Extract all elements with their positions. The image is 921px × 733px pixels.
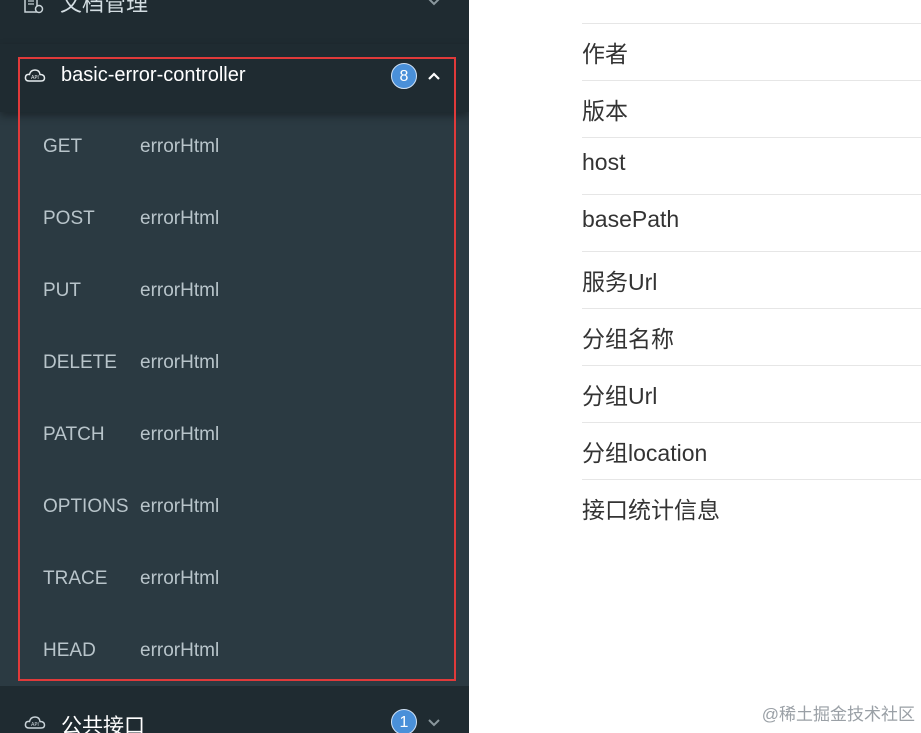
- operation-name: errorHtml: [140, 496, 220, 517]
- count-badge: 1: [391, 709, 417, 733]
- operation-name: errorHtml: [140, 352, 220, 373]
- row-label: 分组location: [582, 440, 708, 466]
- table-row: 接口统计信息: [582, 479, 921, 536]
- row-label: 接口统计信息: [582, 497, 720, 523]
- row-label: 服务Url: [582, 269, 658, 295]
- group-header-basic-error-controller[interactable]: API basic-error-controller 8: [0, 44, 469, 112]
- row-label: 作者: [582, 41, 628, 67]
- http-method: DELETE: [43, 352, 117, 373]
- operation-name: errorHtml: [140, 568, 220, 589]
- row-label: 分组Url: [582, 383, 658, 409]
- operation-item-get[interactable]: GET errorHtml: [0, 112, 469, 184]
- row-label: host: [582, 149, 626, 175]
- group-header-public-api[interactable]: API 公共接口 1: [0, 686, 469, 733]
- chevron-down-icon[interactable]: [426, 0, 442, 10]
- row-label: 分组名称: [582, 326, 674, 352]
- http-method: PATCH: [43, 424, 105, 445]
- row-label: 版本: [582, 98, 628, 124]
- table-row: host: [582, 137, 921, 194]
- operation-name: errorHtml: [140, 424, 220, 445]
- main-content: 作者 版本 host basePath 服务Url 分组名称 分组Url 分组l…: [469, 0, 921, 733]
- table-row: 分组location: [582, 422, 921, 479]
- http-method: GET: [43, 136, 83, 157]
- operation-item-patch[interactable]: PATCH errorHtml: [0, 400, 469, 472]
- sidebar: 文档管理 API basic-error-controller 8 GET er…: [0, 0, 469, 733]
- operation-item-options[interactable]: OPTIONS errorHtml: [0, 472, 469, 544]
- http-method: HEAD: [43, 640, 96, 661]
- chevron-up-icon[interactable]: [426, 68, 442, 84]
- operation-name: errorHtml: [140, 280, 220, 301]
- table-row: 服务Url: [582, 251, 921, 308]
- operation-list: GET errorHtml POST errorHtml PUT errorHt…: [0, 112, 469, 688]
- app-root: 文档管理 API basic-error-controller 8 GET er…: [0, 0, 921, 733]
- group-title: basic-error-controller: [61, 64, 246, 86]
- table-row: 版本: [582, 80, 921, 137]
- http-method: PUT: [43, 280, 81, 301]
- operation-item-head[interactable]: HEAD errorHtml: [0, 616, 469, 688]
- cloud-api-icon: API: [24, 67, 46, 85]
- http-method: POST: [43, 208, 95, 229]
- operation-name: errorHtml: [140, 136, 220, 157]
- group-title: 公共接口: [61, 715, 145, 733]
- svg-text:API: API: [31, 722, 39, 728]
- operation-item-trace[interactable]: TRACE errorHtml: [0, 544, 469, 616]
- cloud-api-icon: API: [24, 714, 46, 732]
- watermark: @稀土掘金技术社区: [761, 705, 915, 724]
- table-row: 作者: [582, 23, 921, 80]
- table-row: basePath: [582, 194, 921, 251]
- count-badge: 8: [391, 63, 417, 89]
- sidebar-item-label: 文档管理: [60, 0, 149, 16]
- http-method: OPTIONS: [43, 496, 129, 517]
- chevron-down-icon[interactable]: [426, 715, 442, 731]
- operation-name: errorHtml: [140, 640, 220, 661]
- info-table: 作者 版本 host basePath 服务Url 分组名称 分组Url 分组l…: [582, 23, 921, 536]
- operation-item-post[interactable]: POST errorHtml: [0, 184, 469, 256]
- row-label: basePath: [582, 206, 680, 232]
- document-settings-icon: [24, 0, 44, 14]
- table-row: 分组名称: [582, 308, 921, 365]
- sidebar-item-document-management[interactable]: 文档管理: [0, 0, 469, 34]
- http-method: TRACE: [43, 568, 108, 589]
- operation-item-delete[interactable]: DELETE errorHtml: [0, 328, 469, 400]
- operation-name: errorHtml: [140, 208, 220, 229]
- svg-text:API: API: [31, 75, 39, 81]
- operation-item-put[interactable]: PUT errorHtml: [0, 256, 469, 328]
- table-row: 分组Url: [582, 365, 921, 422]
